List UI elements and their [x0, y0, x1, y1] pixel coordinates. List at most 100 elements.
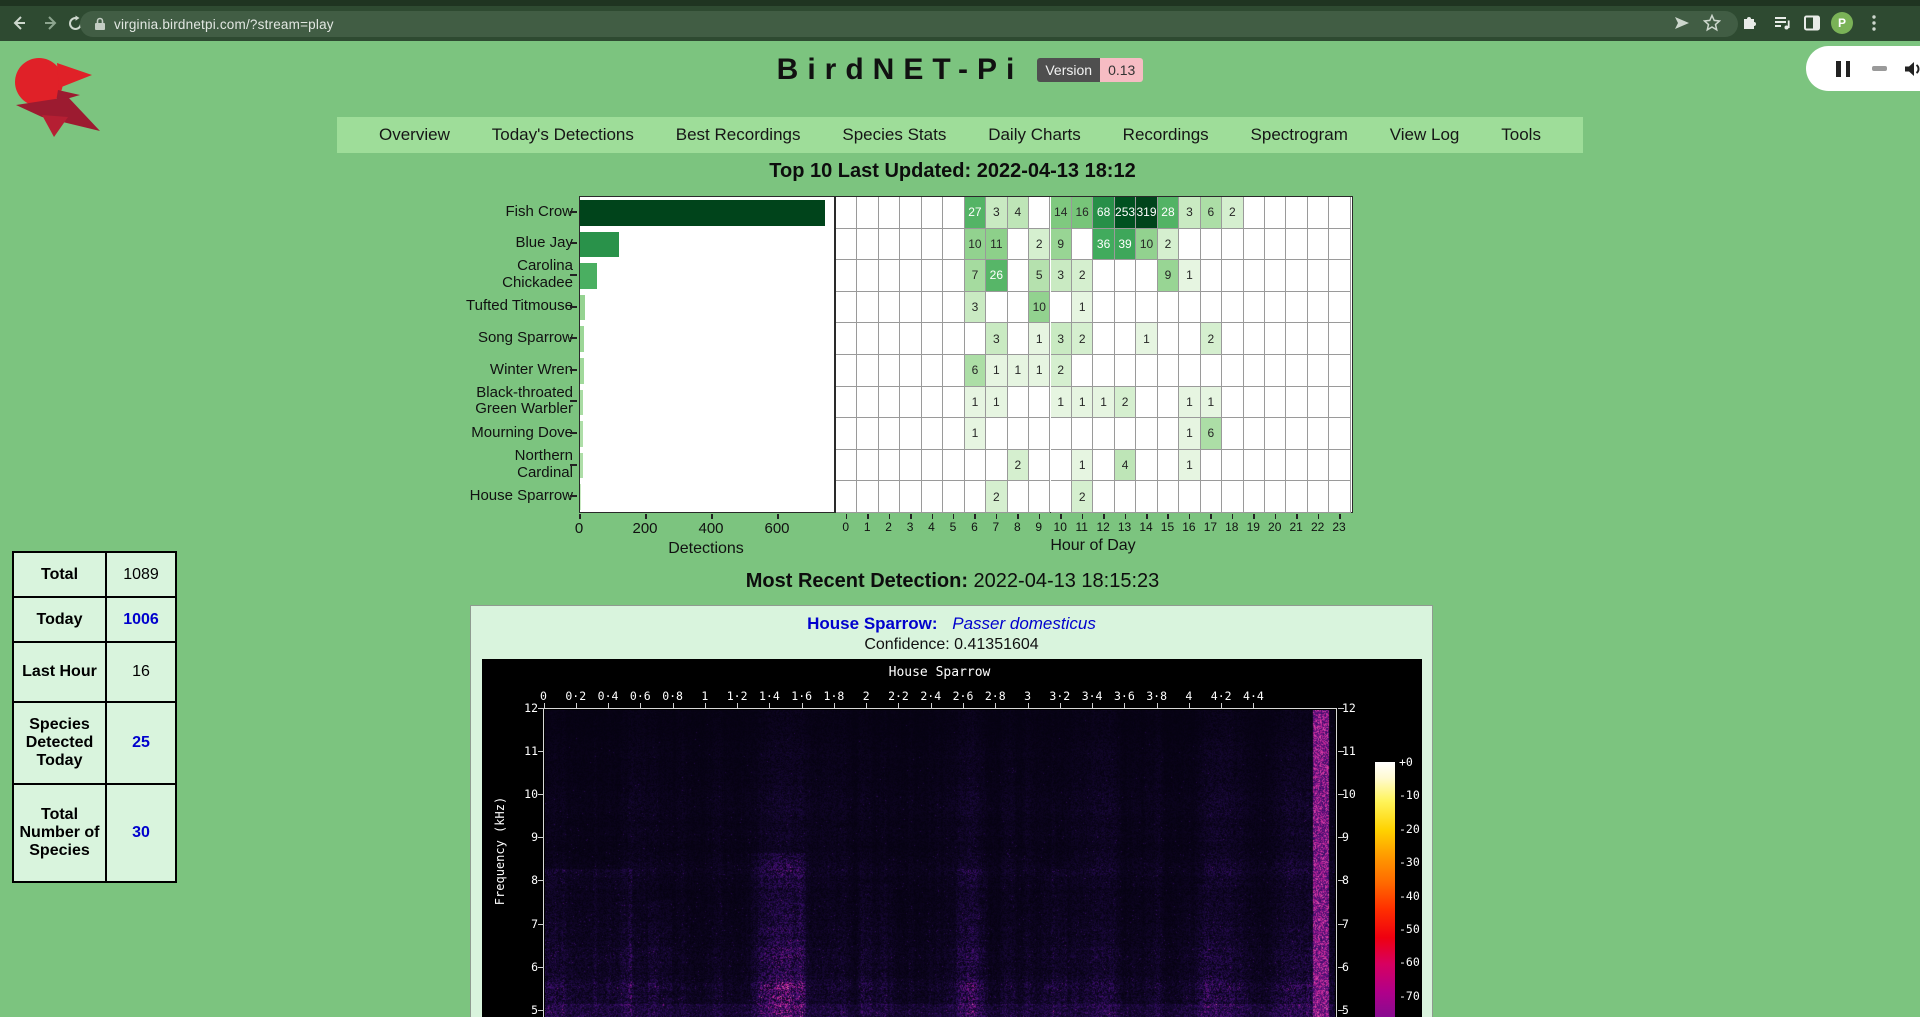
profile-avatar[interactable]: P	[1829, 10, 1855, 36]
stats-value[interactable]: 30	[106, 784, 176, 882]
heatmap-cell	[1093, 323, 1114, 355]
heatmap-cell: 2	[1072, 260, 1093, 292]
bar-black-throated-green-warbler	[580, 390, 583, 416]
time-tick-label: 2·6	[946, 689, 980, 703]
sidebar-icon[interactable]	[1799, 10, 1825, 36]
y-tick	[570, 211, 577, 213]
nav-item-daily-charts[interactable]: Daily Charts	[988, 125, 1081, 145]
heatmap-cell	[879, 481, 900, 513]
pause-button[interactable]	[1836, 61, 1850, 77]
heatmap-cell	[943, 450, 964, 482]
heatmap-cell	[1179, 229, 1200, 261]
freq-tick	[538, 880, 544, 881]
forward-button[interactable]	[38, 10, 64, 36]
detection-common-name[interactable]: House Sparrow:	[807, 614, 937, 633]
heatmap-cell	[1286, 292, 1307, 324]
heatmap-cell	[1329, 229, 1350, 261]
heatmap-cell	[1265, 323, 1286, 355]
heatmap-cell	[1329, 418, 1350, 450]
heatmap-cell	[922, 418, 943, 450]
freq-tick-label: 12	[1342, 701, 1370, 715]
hour-tick	[1275, 514, 1277, 519]
heatmap-cell	[1244, 481, 1265, 513]
time-tick	[802, 703, 803, 708]
bookmark-star-icon[interactable]	[1699, 10, 1725, 36]
time-tick-label: 3·4	[1075, 689, 1109, 703]
colorbar-tick-label: -20	[1399, 822, 1433, 836]
playlist-icon[interactable]	[1769, 10, 1795, 36]
top10-heading: Top 10 Last Updated: 2022-04-13 18:12	[0, 160, 1905, 183]
bar-fish-crow	[580, 200, 825, 226]
heatmap-cell: 2	[1115, 387, 1136, 419]
menu-icon[interactable]	[1861, 10, 1887, 36]
heatmap-cell	[1051, 418, 1072, 450]
hour-tick-label: 16	[1177, 520, 1201, 534]
stats-value-link[interactable]: 1006	[123, 611, 159, 628]
heatmap-cell	[1136, 450, 1157, 482]
heatmap-cell	[836, 387, 857, 419]
heatmap-cell	[1286, 260, 1307, 292]
nav-item-spectrogram[interactable]: Spectrogram	[1251, 125, 1348, 145]
browser-toolbar: virginia.birdnetpi.com/?stream=play P	[0, 0, 1920, 41]
extensions-icon[interactable]	[1737, 10, 1763, 36]
version-value: 0.13	[1100, 58, 1143, 82]
detection-species-line[interactable]: House Sparrow: Passer domesticus	[471, 614, 1432, 634]
heatmap-cell: 319	[1136, 197, 1157, 229]
heatmap-cell	[1244, 197, 1265, 229]
heatmap-cell	[1286, 387, 1307, 419]
seek-slider[interactable]	[1872, 66, 1887, 71]
nav-item-overview[interactable]: Overview	[379, 125, 450, 145]
back-button[interactable]	[6, 10, 32, 36]
freq-tick	[538, 837, 544, 838]
heatmap-cell	[922, 323, 943, 355]
nav-item-tools[interactable]: Tools	[1501, 125, 1541, 145]
heatmap-cell	[1158, 355, 1179, 387]
nav-item-best-recordings[interactable]: Best Recordings	[676, 125, 801, 145]
freq-tick-label: 11	[510, 744, 538, 758]
audio-player[interactable]	[1806, 46, 1920, 91]
stats-value-link[interactable]: 25	[132, 734, 150, 751]
y-tick	[570, 274, 577, 276]
stats-label: Total Number of Species	[13, 784, 106, 882]
send-icon[interactable]	[1669, 10, 1695, 36]
nav-item-recordings[interactable]: Recordings	[1123, 125, 1209, 145]
heatmap-cell: 3	[1051, 323, 1072, 355]
species-label: Tufted Titmouse	[280, 291, 573, 323]
heatmap-cell	[1201, 450, 1222, 482]
heatmap-cell	[836, 229, 857, 261]
heatmap-cell	[900, 418, 921, 450]
heatmap-cell	[900, 355, 921, 387]
heatmap-cell	[1029, 450, 1050, 482]
hour-tick	[910, 514, 912, 519]
heatmap-cell	[922, 197, 943, 229]
heatmap-cell: 28	[1158, 197, 1179, 229]
time-tick-label: 3·6	[1107, 689, 1141, 703]
nav-item-species-stats[interactable]: Species Stats	[842, 125, 946, 145]
bar-house-sparrow	[580, 484, 581, 510]
heatmap-cell	[879, 229, 900, 261]
hour-tick-label: 15	[1155, 520, 1179, 534]
species-label: Mourning Dove	[280, 417, 573, 449]
stats-value[interactable]: 25	[106, 702, 176, 784]
stats-value[interactable]: 1006	[106, 597, 176, 642]
volume-icon[interactable]	[1903, 60, 1920, 78]
heatmap-cell: 3	[1179, 197, 1200, 229]
heatmap-cell	[1329, 387, 1350, 419]
heatmap-cell	[922, 481, 943, 513]
heatmap-cell	[1308, 323, 1329, 355]
freq-tick	[1338, 924, 1344, 925]
time-tick-label: 4·2	[1204, 689, 1238, 703]
time-tick	[673, 703, 674, 708]
spectrogram-plot-frame	[543, 708, 1337, 1017]
heatmap-cell	[1222, 323, 1243, 355]
heatmap-cell	[879, 292, 900, 324]
spectrogram-ylabel: Frequency (kHz)	[493, 771, 507, 931]
heatmap-cell: 1	[986, 387, 1007, 419]
stats-value-link[interactable]: 30	[132, 824, 150, 841]
heatmap-cell: 4	[1115, 450, 1136, 482]
url-bar[interactable]: virginia.birdnetpi.com/?stream=play	[80, 11, 1738, 37]
nav-item-today-s-detections[interactable]: Today's Detections	[492, 125, 634, 145]
heatmap-cell	[1308, 418, 1329, 450]
nav-item-view-log[interactable]: View Log	[1390, 125, 1460, 145]
time-tick-label: 0·4	[591, 689, 625, 703]
